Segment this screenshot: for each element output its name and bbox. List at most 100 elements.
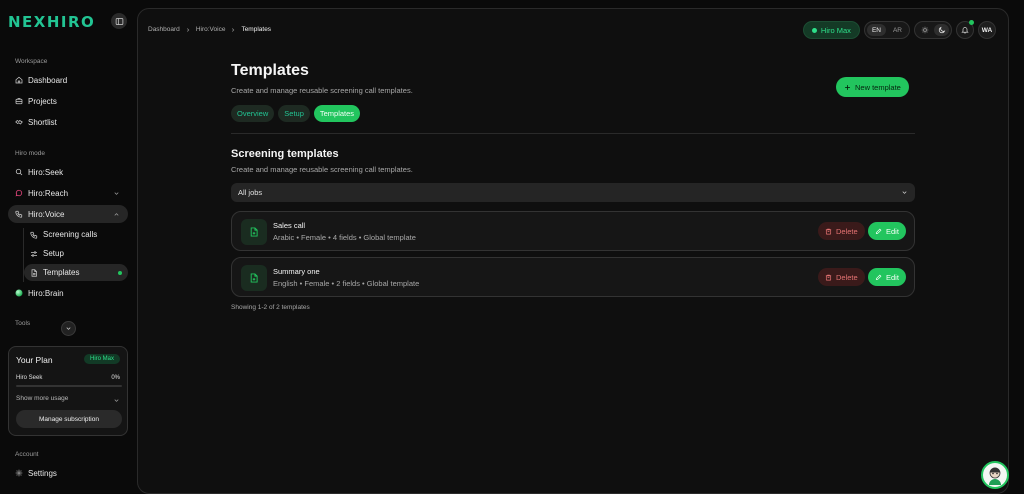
workspace-section-label: Workspace [15,58,48,65]
sidebar-item-label: Hiro:Seek [28,167,64,177]
page-title: Templates [231,62,309,79]
hiro-mode-section-label: Hiro mode [15,150,45,157]
plan-pill-label: Hiro Max [820,25,851,35]
sidebar-item-setup[interactable]: Setup [24,245,128,262]
handshake-icon [15,120,23,125]
light-theme-button[interactable] [917,24,932,36]
sidebar-item-projects[interactable]: Projects [8,92,128,110]
template-file-icon [241,219,267,245]
current-plan-pill[interactable]: Hiro Max [802,21,860,39]
sidebar-item-screening-calls[interactable]: Screening calls [24,226,128,243]
language-ar-button[interactable]: AR [888,24,907,36]
pencil-icon [875,274,882,280]
plan-status-dot [811,27,817,33]
sidebar-item-settings[interactable]: Settings [8,464,128,482]
trash-icon [825,228,832,234]
sidebar-item-hiro-brain[interactable]: Hiro:Brain [8,284,128,302]
sidebar-item-shortlist[interactable]: Shortlist [8,113,128,131]
moon-icon [938,26,945,34]
nexhiro-logo[interactable]: NEXHIRO [8,13,95,31]
chat-icon [15,189,23,197]
delete-template-button[interactable]: Delete [818,222,865,240]
user-avatar[interactable]: WA [978,21,996,39]
template-meta: Arabic • Female • 4 fields • Global temp… [273,233,416,242]
sun-icon [921,26,928,34]
section-subtitle: Create and manage reusable screening cal… [231,165,413,174]
breadcrumb-dashboard[interactable]: Dashboard [148,26,180,33]
phone-icon [30,231,38,239]
sidebar-item-hiro-voice[interactable]: Hiro:Voice [8,205,128,223]
header-actions: Hiro Max EN AR WA [802,20,996,39]
robot-assistant-icon [989,467,1001,485]
usage-label: Hiro Seek [16,375,43,381]
chevron-right-icon [186,27,190,32]
plan-title: Your Plan [16,355,53,365]
sidebar-item-templates[interactable]: Templates [24,264,128,281]
sidebar-item-hiro-seek[interactable]: Hiro:Seek [8,163,128,181]
template-file-icon [241,265,267,291]
file-icon [31,268,37,277]
chevron-down-icon [902,191,907,194]
template-name: Summary one [273,267,320,276]
job-filter-select[interactable]: All jobs [231,183,915,202]
notifications-button[interactable] [956,20,974,39]
search-icon [15,168,23,176]
sidebar-item-dashboard[interactable]: Dashboard [8,71,128,89]
gear-icon [15,469,23,477]
template-card[interactable]: Summary one English • Female • 2 fields … [231,257,915,297]
sliders-icon [31,250,37,257]
tools-section-label: Tools [15,320,31,327]
main-panel: Dashboard Hiro:Voice Templates Hiro Max … [137,8,1009,494]
tab-setup[interactable]: Setup [278,105,310,122]
tab-templates[interactable]: Templates [313,105,361,122]
brain-orb-icon [15,289,23,297]
notification-dot [969,20,974,25]
delete-template-button[interactable]: Delete [818,268,865,286]
plan-badge: Hiro Max [83,354,120,364]
page-subtitle: Create and manage reusable screening cal… [231,86,413,95]
assistant-avatar-button[interactable] [981,461,1009,489]
chevron-down-icon [114,399,119,402]
sidebar-item-label: Settings [28,468,57,478]
new-template-button[interactable]: New template [836,77,909,97]
language-en-button[interactable]: EN [866,24,886,36]
template-name: Sales call [273,221,306,230]
sidebar: NEXHIRO Workspace Dashboard Projects Sho… [0,0,136,494]
bell-icon [961,27,969,34]
edit-template-button[interactable]: Edit [868,222,906,240]
sidebar-item-label: Hiro:Brain [28,288,64,298]
theme-switcher [914,21,952,39]
delete-label: Delete [836,226,858,236]
sidebar-item-label: Screening calls [43,230,98,239]
sidebar-item-label: Projects [28,96,57,106]
tab-overview[interactable]: Overview [231,105,275,122]
section-title: Screening templates [231,148,339,160]
language-switcher: EN AR [863,21,910,39]
sidebar-item-label: Dashboard [28,75,68,85]
tools-expand-button[interactable] [61,321,76,336]
section-divider [231,133,915,134]
show-more-usage-toggle[interactable]: Show more usage [16,395,68,402]
sidebar-item-label: Hiro:Reach [28,188,69,198]
sidebar-collapse-button[interactable] [111,13,127,29]
dark-theme-button[interactable] [934,24,949,36]
active-indicator-dot [118,271,122,275]
sidebar-toggle-icon [115,17,123,25]
edit-template-button[interactable]: Edit [868,268,906,286]
breadcrumb: Dashboard Hiro:Voice Templates [148,26,271,33]
sidebar-item-label: Templates [43,268,80,277]
sidebar-item-hiro-reach[interactable]: Hiro:Reach [8,184,128,202]
usage-value: 0% [111,375,120,381]
chevron-down-icon [114,192,119,195]
sidebar-item-label: Setup [43,249,64,258]
edit-label: Edit [886,226,899,236]
manage-subscription-button[interactable]: Manage subscription [16,410,122,428]
chevron-right-icon [232,27,235,32]
template-card[interactable]: Sales call Arabic • Female • 4 fields • … [231,211,915,251]
new-template-label: New template [855,82,901,92]
trash-icon [825,274,832,280]
pagination-summary: Showing 1-2 of 2 templates [231,304,310,311]
breadcrumb-hiro-voice[interactable]: Hiro:Voice [196,26,226,33]
account-section-label: Account [15,451,39,458]
usage-progress-bar [16,385,122,387]
